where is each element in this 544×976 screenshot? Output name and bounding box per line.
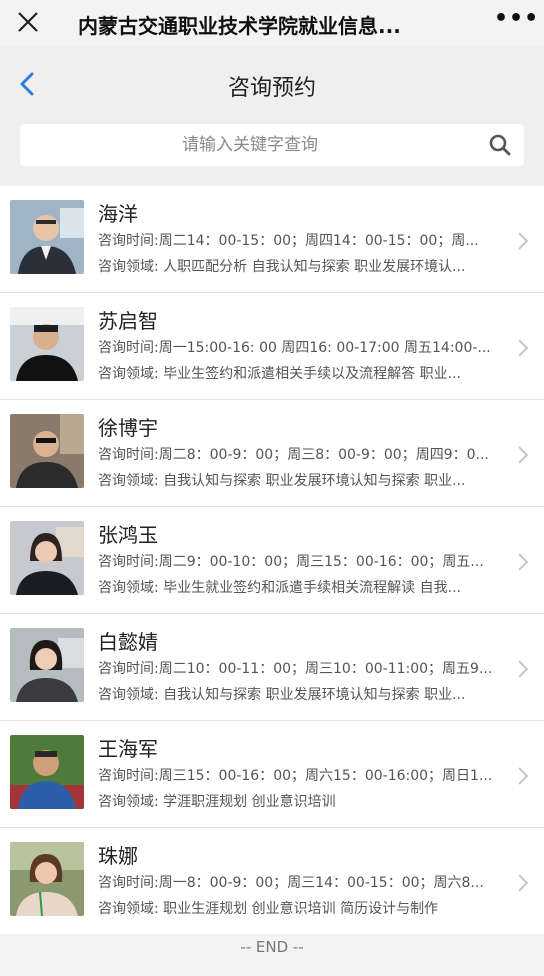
list-item[interactable]: 张鸿玉 咨询时间:周二9：00-10：00；周三15：00-16：00；周五..…	[0, 507, 544, 614]
list-item[interactable]: 王海军 咨询时间:周三15：00-16：00；周六15：00-16:00；周日1…	[0, 721, 544, 828]
consult-field: 咨询领域: 自我认知与探索 职业发展环境认知与探索 职业...	[98, 687, 466, 703]
end-of-list: -- END --	[0, 934, 544, 976]
chevron-right-icon	[518, 767, 529, 785]
avatar	[10, 307, 84, 381]
consult-field: 咨询领域: 学涯职涯规划 创业意识培训	[98, 794, 336, 810]
chevron-right-icon	[518, 446, 529, 464]
more-icon[interactable]: •••	[494, 8, 538, 32]
counselor-name: 珠娜	[98, 844, 138, 868]
window-titlebar: 内蒙古交通职业技术学院就业信息... •••	[0, 0, 544, 46]
consult-field: 咨询领域: 职业生涯规划 创业意识培训 简历设计与制作	[98, 901, 439, 917]
list-item[interactable]: 白懿婧 咨询时间:周二10：00-11：00；周三10：00-11:00；周五9…	[0, 614, 544, 721]
counselor-name: 王海军	[98, 737, 158, 761]
search-input[interactable]	[20, 124, 480, 166]
search-area	[0, 112, 544, 186]
chevron-right-icon	[518, 553, 529, 571]
counselor-name: 张鸿玉	[98, 523, 158, 547]
page-title: 咨询预约	[227, 76, 316, 101]
avatar	[10, 628, 84, 702]
counselor-name: 苏启智	[98, 309, 158, 333]
list-item[interactable]: 珠娜 咨询时间:周一8：00-9：00；周三14：00-15：00；周六8...…	[0, 828, 544, 935]
avatar	[10, 414, 84, 488]
page-header: 咨询预约	[0, 46, 544, 122]
consult-time: 咨询时间:周一15:00-16: 00 周四16: 00-17:00 周五14:…	[98, 340, 491, 356]
consult-field: 咨询领域: 毕业生就业签约和派遣手续相关流程解读 自我...	[98, 580, 461, 596]
consult-time: 咨询时间:周一8：00-9：00；周三14：00-15：00；周六8...	[98, 875, 484, 891]
search-icon[interactable]	[488, 133, 512, 157]
close-icon[interactable]	[14, 8, 42, 36]
consult-field: 咨询领域: 自我认知与探索 职业发展环境认知与探索 职业...	[98, 473, 466, 489]
chevron-right-icon	[518, 232, 529, 250]
list-item[interactable]: 海洋 咨询时间:周二14：00-15：00；周四14：00-15：00；周...…	[0, 186, 544, 293]
list-item[interactable]: 徐博宇 咨询时间:周二8：00-9：00；周三8：00-9：00；周四9：0..…	[0, 400, 544, 507]
consult-time: 咨询时间:周二9：00-10：00；周三15：00-16：00；周五...	[98, 554, 484, 570]
counselor-name: 海洋	[98, 202, 138, 226]
consult-time: 咨询时间:周二8：00-9：00；周三8：00-9：00；周四9：0...	[98, 447, 489, 463]
chevron-right-icon	[518, 660, 529, 678]
counselor-name: 白懿婧	[98, 630, 158, 654]
consult-time: 咨询时间:周二10：00-11：00；周三10：00-11:00；周五9...	[98, 661, 493, 677]
search-box	[20, 124, 524, 166]
consult-time: 咨询时间:周二14：00-15：00；周四14：00-15：00；周...	[98, 233, 479, 249]
avatar	[10, 842, 84, 916]
counselor-name: 徐博宇	[98, 416, 158, 440]
avatar	[10, 521, 84, 595]
consult-field: 咨询领域: 人职匹配分析 自我认知与探索 职业发展环境认...	[98, 259, 466, 275]
chevron-right-icon	[518, 874, 529, 892]
chevron-right-icon	[518, 339, 529, 357]
consult-field: 咨询领域: 毕业生签约和派遣相关手续以及流程解答 职业...	[98, 366, 461, 382]
window-title: 内蒙古交通职业技术学院就业信息...	[78, 14, 401, 38]
avatar	[10, 200, 84, 274]
avatar	[10, 735, 84, 809]
consult-time: 咨询时间:周三15：00-16：00；周六15：00-16:00；周日1...	[98, 768, 493, 784]
counselor-list: 海洋 咨询时间:周二14：00-15：00；周四14：00-15：00；周...…	[0, 186, 544, 935]
list-item[interactable]: 苏启智 咨询时间:周一15:00-16: 00 周四16: 00-17:00 周…	[0, 293, 544, 400]
